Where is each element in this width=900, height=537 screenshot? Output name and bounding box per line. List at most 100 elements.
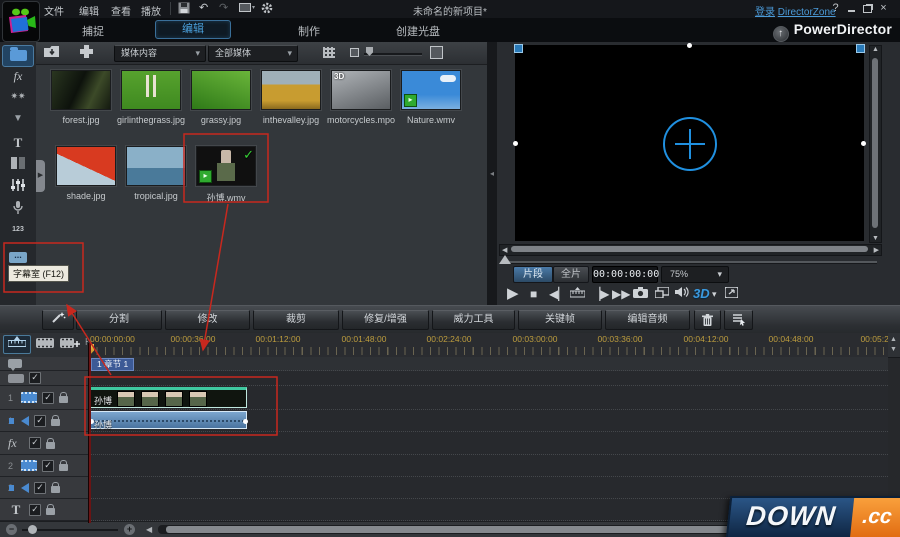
media-thumbnail[interactable] (261, 70, 321, 110)
close-button[interactable]: × (877, 2, 890, 15)
panel-divider[interactable]: ◂ (487, 42, 497, 305)
preview-horizontal-scrollbar[interactable]: ◀▶ (499, 244, 882, 256)
capture-format-icon[interactable] (239, 2, 255, 17)
fx-track-body[interactable] (88, 432, 888, 455)
track-manager-ruler-icon[interactable] (3, 335, 31, 354)
media-thumbnail[interactable]: ▸ (196, 146, 256, 186)
selection-corner-handle[interactable] (856, 44, 865, 53)
save-icon[interactable] (178, 2, 190, 18)
media-item[interactable]: tropical.jpg (121, 146, 191, 201)
library-content-dropdown[interactable]: 媒体内容▾ (114, 45, 206, 62)
tab-produce[interactable]: 制作 (276, 23, 342, 39)
track-enable-checkbox[interactable] (34, 482, 46, 494)
media-room-button[interactable] (2, 45, 34, 67)
media-thumbnail[interactable] (191, 70, 251, 110)
settings-gear-icon[interactable] (261, 2, 273, 18)
media-item[interactable]: inthevalley.jpg (256, 70, 326, 125)
chapter-track-body[interactable]: 1 章节 1 (88, 357, 888, 371)
preview-vertical-scrollbar[interactable]: ▲▼ (869, 45, 882, 243)
magic-wand-button[interactable] (42, 310, 74, 330)
3d-dropdown-arrow[interactable]: ▾ (712, 285, 717, 303)
timeline-view-icon[interactable] (36, 337, 54, 352)
media-thumbnail[interactable] (126, 146, 186, 186)
selection-corner-handle[interactable] (514, 44, 523, 53)
timecode-display[interactable]: 00:00:00:00 (592, 266, 658, 283)
keyframe-button[interactable]: 关键帧 (518, 310, 602, 330)
track-enable-checkbox[interactable] (34, 415, 46, 427)
selection-edge-handle[interactable] (861, 141, 866, 146)
menu-file[interactable]: 文件 (44, 3, 64, 18)
video-track-1-body[interactable]: 孙博 (88, 386, 888, 410)
3d-toggle-button[interactable]: 3D (693, 285, 710, 303)
chapter-marker[interactable]: 1 章节 1 (91, 358, 134, 371)
media-item[interactable]: ▸Nature.wmv (396, 70, 466, 125)
chapter-room-button[interactable]: 123 (0, 223, 36, 243)
fix-enhance-button[interactable]: 修复/增强 (342, 310, 429, 330)
fast-forward-button[interactable]: ▶▶ (612, 285, 630, 303)
timeline-scroll-down-icon[interactable]: ▼ (890, 346, 897, 353)
media-thumbnail[interactable] (51, 70, 111, 110)
tab-capture[interactable]: 捕捉 (60, 23, 126, 39)
timeline-audio-clip[interactable]: 孙博 (90, 411, 247, 429)
undo-icon[interactable]: ↶ (199, 2, 208, 15)
preview-zoom-dropdown[interactable]: 75%▾ (661, 266, 729, 283)
timeline-playhead[interactable] (88, 343, 91, 523)
timeline-ruler[interactable]: 00:00:00:00 00:00:36:00 00:01:12:00 00:0… (88, 333, 888, 357)
pip-objects-room-button[interactable]: ✷✷ (0, 91, 36, 111)
timeline-zoom-out-icon[interactable]: − (6, 524, 17, 535)
timeline-scroll-up-icon[interactable]: ▲ (890, 336, 897, 343)
modify-button[interactable]: 修改 (165, 310, 250, 330)
split-button[interactable]: 分割 (76, 310, 162, 330)
track-lock-icon[interactable] (46, 508, 55, 515)
tab-create-disc[interactable]: 创建光盘 (352, 23, 484, 39)
view-grid-icon[interactable] (323, 47, 335, 58)
timeline-zoom-in-icon[interactable]: + (124, 524, 135, 535)
track-enable-checkbox[interactable] (29, 437, 41, 449)
track-enable-checkbox[interactable] (29, 504, 41, 516)
media-item[interactable]: grassy.jpg (186, 70, 256, 125)
preview-video-area[interactable] (515, 45, 864, 241)
title-room-button[interactable]: T (0, 135, 36, 155)
tab-edit[interactable]: 编辑 (155, 20, 231, 39)
track-enable-checkbox[interactable] (42, 392, 54, 404)
edit-audio-button[interactable]: 编辑音频 (605, 310, 690, 330)
media-thumbnail[interactable] (56, 146, 116, 186)
help-button[interactable]: ? (829, 2, 842, 15)
media-item-selected[interactable]: ▸孙博.wmv (191, 146, 261, 204)
preview-seek-thumb[interactable] (499, 255, 511, 264)
plugin-icon[interactable] (80, 45, 93, 61)
timeline-video-clip[interactable]: 孙博 (90, 387, 247, 408)
track-enable-checkbox[interactable] (29, 372, 41, 384)
timeline-scroll-left-icon[interactable]: ◀ (146, 525, 152, 534)
track-lock-icon[interactable] (46, 442, 55, 449)
timeline-zoom-slider-thumb[interactable] (28, 525, 37, 534)
login-directorzone-link[interactable]: 登录 DirectorZone (755, 3, 836, 18)
movie-mode-tab[interactable]: 全片 (553, 266, 589, 283)
trim-button[interactable]: 裁剪 (253, 310, 339, 330)
media-thumbnail[interactable]: 3D (331, 70, 391, 110)
upgrade-icon[interactable]: ↑ (773, 26, 789, 42)
clip-mode-tab[interactable]: 片段 (513, 266, 553, 283)
power-tools-button[interactable]: 威力工具 (432, 310, 515, 330)
media-thumbnail[interactable]: ▸ (401, 70, 461, 110)
add-media-plus-icon[interactable] (663, 117, 717, 171)
media-item[interactable]: 3Dmotorcycles.mpo (326, 70, 396, 125)
add-track-icon[interactable] (60, 337, 80, 352)
rooms-collapse-handle[interactable]: ▶ (36, 160, 45, 192)
media-item[interactable]: forest.jpg (46, 70, 116, 125)
redo-icon[interactable]: ↷ (219, 2, 228, 15)
selection-edge-handle[interactable] (513, 141, 518, 146)
menu-play[interactable]: 播放 (141, 3, 161, 18)
media-item[interactable]: girlinthegrass.jpg (116, 70, 186, 125)
track-lock-icon[interactable] (59, 396, 68, 403)
thumb-size-slider[interactable] (364, 53, 422, 56)
transition-room-button[interactable] (0, 157, 36, 177)
menu-edit[interactable]: 编辑 (79, 3, 99, 18)
audio-track-1-body[interactable]: 孙博 (88, 410, 888, 432)
subtitle-track-body[interactable] (88, 371, 888, 386)
next-frame-button[interactable]: ▕▶ (591, 285, 609, 303)
context-menu-icon[interactable] (724, 310, 753, 330)
seek-ruler-icon[interactable] (570, 285, 585, 303)
track-lock-icon[interactable] (51, 486, 60, 493)
stop-button[interactable]: ■ (530, 285, 537, 303)
